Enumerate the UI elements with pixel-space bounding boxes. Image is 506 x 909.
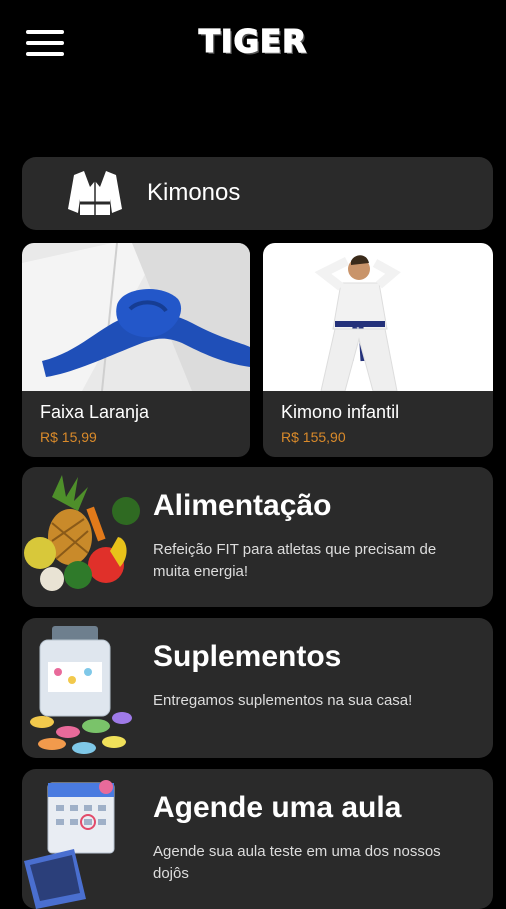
category-card-kimonos[interactable]: Kimonos: [22, 157, 493, 230]
kimono-icon: [68, 171, 122, 215]
top-bar: TIGER: [0, 0, 506, 90]
feature-card-alimentacao[interactable]: Alimentação Refeição FIT para atletas qu…: [22, 467, 493, 607]
feature-description: Refeição FIT para atletas que precisam d…: [153, 541, 437, 580]
product-name: Faixa Laranja: [40, 402, 150, 422]
blue-belt-image: [22, 243, 250, 391]
feature-card-agende-aula[interactable]: Agende uma aula Agende sua aula teste em…: [22, 769, 493, 909]
feature-title: Suplementos: [153, 640, 342, 673]
healthy-food-image: [24, 475, 140, 591]
product-name: Kimono infantil: [281, 402, 400, 422]
feature-title: Agende uma aula: [153, 791, 402, 824]
product-price: R$ 155,90: [281, 429, 346, 445]
karate-kid-image: [263, 243, 493, 391]
feature-description: Entregamos suplementos na sua casa!: [153, 692, 413, 709]
feature-title: Alimentação: [153, 489, 332, 522]
category-label: Kimonos: [147, 179, 241, 206]
calendar-laptop-image: [24, 780, 115, 909]
app-logo: TIGER: [198, 23, 308, 61]
feature-description: Agende sua aula teste em uma dos nossos …: [153, 843, 441, 882]
supplements-image: [30, 626, 132, 754]
feature-card-suplementos[interactable]: Suplementos Entregamos suplementos na su…: [22, 618, 493, 758]
product-price: R$ 15,99: [40, 429, 97, 445]
product-card-faixa-laranja[interactable]: Faixa Laranja R$ 15,99: [22, 243, 250, 457]
product-card-kimono-infantil[interactable]: Kimono infantil R$ 155,90: [263, 243, 493, 457]
